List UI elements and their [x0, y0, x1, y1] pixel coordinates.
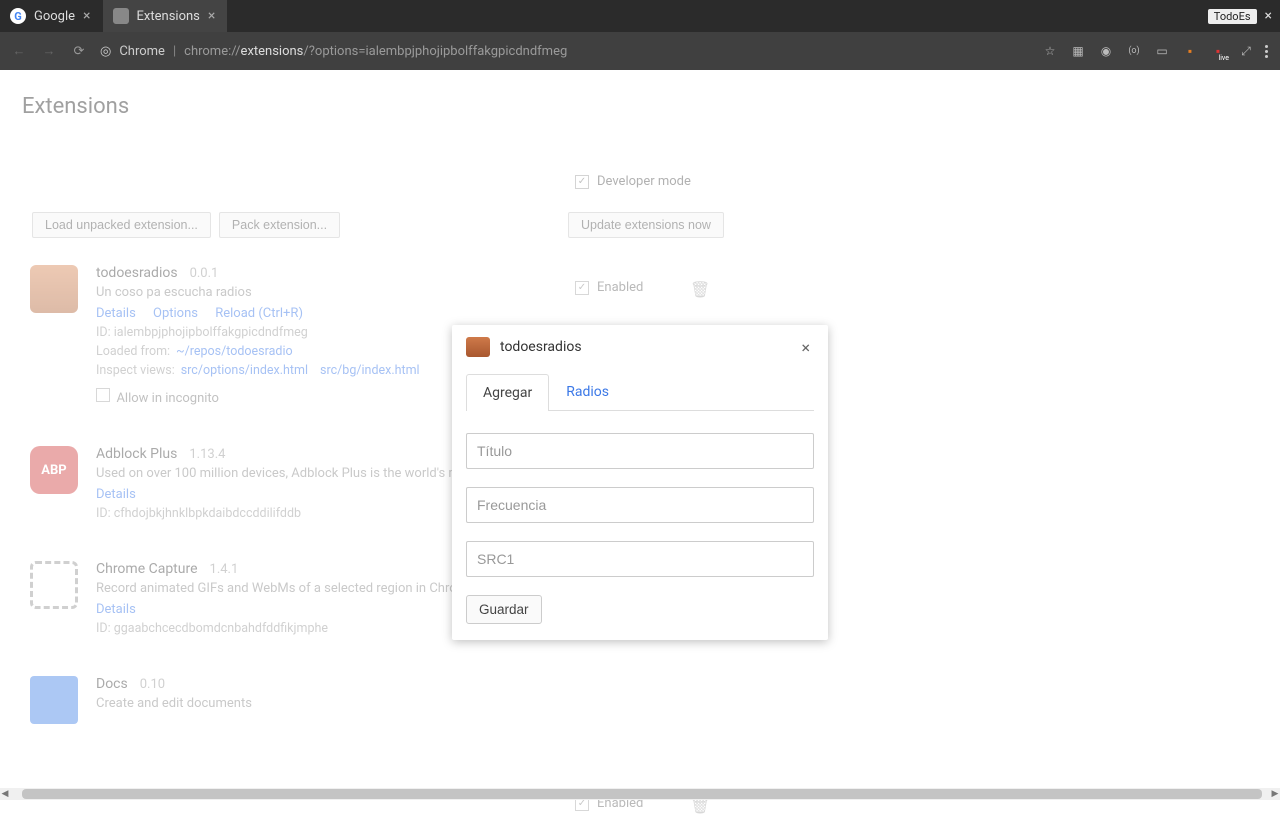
fullscreen-icon[interactable]: ⤢: [1237, 42, 1255, 60]
extension-icon: ABP: [30, 446, 78, 494]
options-modal: todoesradios × Agregar Radios Guardar: [452, 325, 828, 640]
options-link[interactable]: Options: [153, 306, 198, 321]
tab-title: Extensions: [137, 9, 200, 24]
frecuencia-input[interactable]: [466, 487, 814, 523]
address-bar[interactable]: ◎ Chrome | chrome://extensions/?options=…: [96, 44, 1031, 59]
details-link[interactable]: Details: [96, 487, 136, 502]
google-favicon: G: [10, 8, 26, 24]
tab-agregar[interactable]: Agregar: [466, 374, 549, 411]
close-tab-icon[interactable]: ×: [83, 8, 90, 24]
enabled-checkbox[interactable]: [575, 281, 589, 295]
extension-icon-6[interactable]: ▪live: [1209, 42, 1227, 60]
horizontal-scrollbar[interactable]: ◀ ▶: [0, 788, 1280, 800]
inspect-view-link[interactable]: src/options/index.html: [181, 363, 308, 378]
browser-toolbar: ← → ⟳ ◎ Chrome | chrome://extensions/?op…: [0, 32, 1280, 70]
reload-button[interactable]: ⟳: [66, 38, 92, 64]
pack-extension-button[interactable]: Pack extension...: [219, 212, 340, 238]
titulo-input[interactable]: [466, 433, 814, 469]
loaded-from-link[interactable]: ~/repos/todoesradio: [176, 344, 293, 359]
tab-title: Google: [34, 9, 75, 24]
extension-icon: [30, 676, 78, 724]
developer-mode-row[interactable]: Developer mode: [575, 174, 691, 189]
chrome-icon: ◎: [100, 44, 111, 59]
incognito-checkbox[interactable]: [96, 388, 110, 402]
developer-mode-checkbox[interactable]: [575, 175, 589, 189]
browser-tab-extensions[interactable]: Extensions ×: [103, 0, 228, 32]
inspect-view-link[interactable]: src/bg/index.html: [320, 363, 420, 378]
extension-favicon: [113, 8, 129, 24]
load-unpacked-button[interactable]: Load unpacked extension...: [32, 212, 211, 238]
window-titlebar: G Google × Extensions × TodoEs ×: [0, 0, 1280, 32]
reload-link[interactable]: Reload (Ctrl+R): [215, 306, 303, 321]
secure-label: Chrome: [119, 44, 165, 59]
scrollbar-thumb[interactable]: [22, 789, 1262, 799]
extension-item: Docs0.10 Create and edit documents: [30, 676, 720, 724]
page-title: Extensions: [22, 94, 1258, 119]
url-text: chrome://extensions/?options=ialembpjpho…: [184, 44, 567, 59]
src-input[interactable]: [466, 541, 814, 577]
close-icon[interactable]: ×: [797, 338, 814, 357]
modal-icon: [466, 337, 490, 357]
extension-icon-1[interactable]: ▦: [1069, 42, 1087, 60]
trash-icon[interactable]: 🗑: [690, 280, 710, 299]
star-icon[interactable]: ☆: [1041, 42, 1059, 60]
update-extensions-button[interactable]: Update extensions now: [568, 212, 724, 238]
enabled-toggle[interactable]: Enabled: [575, 280, 643, 295]
extension-icon-4[interactable]: ▭: [1153, 42, 1171, 60]
window-close-icon[interactable]: ×: [1265, 8, 1272, 24]
browser-tab-google[interactable]: G Google ×: [0, 0, 103, 32]
extension-icon-5[interactable]: ▪: [1181, 42, 1199, 60]
details-link[interactable]: Details: [96, 306, 136, 321]
extension-icon-3[interactable]: (o): [1125, 42, 1143, 60]
extension-icon-2[interactable]: ◉: [1097, 42, 1115, 60]
page-content: Extensions Developer mode Load unpacked …: [0, 70, 1280, 800]
forward-button[interactable]: →: [36, 38, 62, 64]
extension-icon: [30, 265, 78, 313]
modal-tabs: Agregar Radios: [466, 373, 814, 411]
modal-title: todoesradios: [500, 339, 582, 355]
back-button[interactable]: ←: [6, 38, 32, 64]
tab-radios[interactable]: Radios: [549, 373, 626, 410]
menu-icon[interactable]: [1265, 45, 1268, 58]
extension-icon: [30, 561, 78, 609]
close-tab-icon[interactable]: ×: [208, 8, 215, 24]
extension-badge[interactable]: TodoEs: [1208, 9, 1257, 24]
details-link[interactable]: Details: [96, 602, 136, 617]
guardar-button[interactable]: Guardar: [466, 595, 542, 624]
